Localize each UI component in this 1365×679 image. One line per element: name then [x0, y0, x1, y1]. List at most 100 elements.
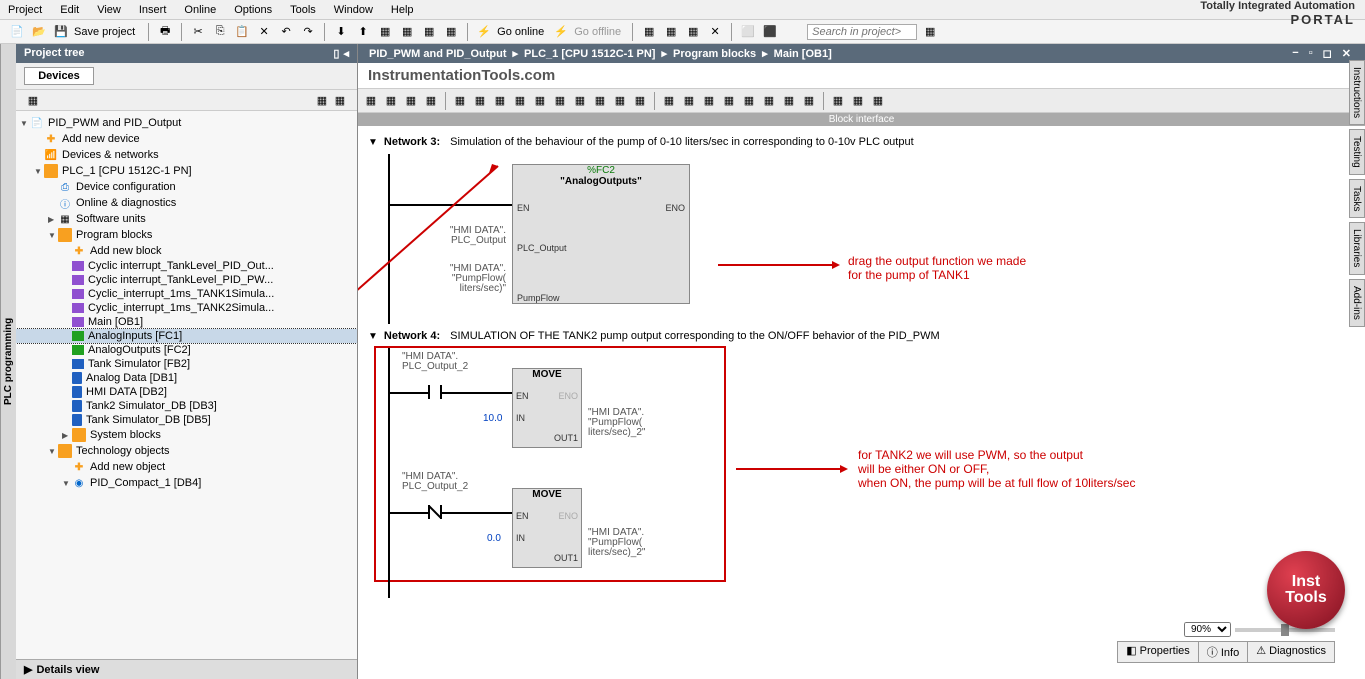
details-view-header[interactable]: ▶Details view [16, 659, 357, 679]
tab-tasks[interactable]: Tasks [1349, 179, 1365, 219]
upload-icon[interactable]: ⬆ [354, 23, 372, 41]
menu-help[interactable]: Help [391, 4, 414, 16]
tree-system-blocks[interactable]: ▶System blocks [16, 427, 357, 443]
et-icon[interactable]: ▦ [740, 92, 758, 110]
menu-insert[interactable]: Insert [139, 4, 167, 16]
network-4-header[interactable]: ▼Network 4:SIMULATION OF THE TANK2 pump … [368, 330, 1355, 342]
tree-pid-compact[interactable]: ▼◉PID_Compact_1 [DB4] [16, 475, 357, 491]
close-icon[interactable]: ✕ [1342, 47, 1351, 60]
search-go-icon[interactable]: ▦ [921, 23, 939, 41]
crumb-item[interactable]: PID_PWM and PID_Output [369, 48, 507, 60]
et-icon[interactable]: ▦ [491, 92, 509, 110]
pin-icon[interactable]: ◂ [343, 47, 349, 60]
tree-grid-icon[interactable]: ▦ [313, 91, 331, 109]
tab-info[interactable]: ⓘ Info [1198, 641, 1248, 663]
tree-online-diag[interactable]: ⓘOnline & diagnostics [16, 195, 357, 211]
tree-device-config[interactable]: ⎙Device configuration [16, 179, 357, 195]
menu-tools[interactable]: Tools [290, 4, 316, 16]
crumb-item[interactable]: Program blocks [673, 48, 756, 60]
tree-ob-cyc3[interactable]: Cyclic_interrupt_1ms_TANK1Simula... [16, 287, 357, 301]
tree-add-object[interactable]: ✚Add new object [16, 459, 357, 475]
et-icon[interactable]: ▦ [422, 92, 440, 110]
menu-online[interactable]: Online [184, 4, 216, 16]
tool-icon[interactable]: ▦ [376, 23, 394, 41]
et-icon[interactable]: ▦ [471, 92, 489, 110]
block-interface-bar[interactable]: Block interface [358, 113, 1365, 126]
tab-diagnostics[interactable]: ⚠ Diagnostics [1247, 641, 1335, 663]
go-online-label[interactable]: Go online [497, 26, 544, 38]
et-icon[interactable]: ▦ [660, 92, 678, 110]
menu-edit[interactable]: Edit [60, 4, 79, 16]
et-icon[interactable]: ▦ [402, 92, 420, 110]
tree-sw-units[interactable]: ▶▦Software units [16, 211, 357, 227]
et-icon[interactable]: ▦ [571, 92, 589, 110]
tab-addins[interactable]: Add-ins [1349, 279, 1365, 327]
tree-main-ob1[interactable]: Main [OB1] [16, 315, 357, 329]
tree-root[interactable]: ▼📄PID_PWM and PID_Output [16, 115, 357, 131]
menu-window[interactable]: Window [334, 4, 373, 16]
et-icon[interactable]: ▦ [362, 92, 380, 110]
tb-icon[interactable]: ▦ [640, 23, 658, 41]
tree-db3[interactable]: Tank2 Simulator_DB [DB3] [16, 399, 357, 413]
et-icon[interactable]: ▦ [760, 92, 778, 110]
tree-grid2-icon[interactable]: ▦ [331, 91, 349, 109]
collapse-icon[interactable]: ▯ [333, 47, 339, 60]
search-input[interactable] [807, 24, 917, 40]
zoom-select[interactable]: 90% [1184, 622, 1231, 637]
tab-properties[interactable]: ◧ Properties [1117, 641, 1199, 663]
move-block-2[interactable]: MOVE EN ENO IN OUT1 0.0 [512, 488, 582, 568]
crumb-item[interactable]: PLC_1 [CPU 1512C-1 PN] [524, 48, 655, 60]
et-icon[interactable]: ▦ [551, 92, 569, 110]
tree-fb2[interactable]: Tank Simulator [FB2] [16, 357, 357, 371]
tree-tech-objects[interactable]: ▼Technology objects [16, 443, 357, 459]
go-offline-icon[interactable]: ⚡ [552, 23, 570, 41]
undo-icon[interactable]: ↶ [277, 23, 295, 41]
tree-fc1[interactable]: AnalogInputs [FC1] [16, 329, 357, 343]
restore-icon[interactable]: ▫ [1309, 47, 1313, 60]
side-tab-plc-programming[interactable]: PLC programming [0, 44, 16, 679]
tree-ob-cyc1[interactable]: Cyclic interrupt_TankLevel_PID_Out... [16, 259, 357, 273]
tree-ob-cyc2[interactable]: Cyclic interrupt_TankLevel_PID_PW... [16, 273, 357, 287]
close-tb-icon[interactable]: ✕ [706, 23, 724, 41]
tree-db2[interactable]: HMI DATA [DB2] [16, 385, 357, 399]
et-icon[interactable]: ▦ [611, 92, 629, 110]
et-icon[interactable]: ▦ [700, 92, 718, 110]
paste-icon[interactable]: 📋 [233, 23, 251, 41]
network-3-header[interactable]: ▼Network 3:Simulation of the behaviour o… [368, 136, 1355, 148]
crumb-item[interactable]: Main [OB1] [774, 48, 832, 60]
menu-project[interactable]: Project [8, 4, 42, 16]
tb-icon[interactable]: ▦ [684, 23, 702, 41]
tool4-icon[interactable]: ▦ [442, 23, 460, 41]
move-block-1[interactable]: MOVE EN ENO IN OUT1 10.0 [512, 368, 582, 448]
fc2-block[interactable]: %FC2 "AnalogOutputs" EN ENO PLC_Output P… [512, 164, 690, 304]
open-project-icon[interactable]: 📂 [30, 23, 48, 41]
et-icon[interactable]: ▦ [531, 92, 549, 110]
tree-devices-networks[interactable]: 📶Devices & networks [16, 147, 357, 163]
menu-options[interactable]: Options [234, 4, 272, 16]
tool2-icon[interactable]: ▦ [398, 23, 416, 41]
tab-testing[interactable]: Testing [1349, 129, 1365, 175]
delete-icon[interactable]: ✕ [255, 23, 273, 41]
save-icon[interactable]: 💾 [52, 23, 70, 41]
split-icon[interactable]: ⬜ [739, 23, 757, 41]
no-contact[interactable] [428, 385, 442, 399]
tree-add-device[interactable]: ✚Add new device [16, 131, 357, 147]
print-icon[interactable]: 🖶 [156, 23, 174, 41]
et-icon[interactable]: ▦ [451, 92, 469, 110]
et-icon[interactable]: ▦ [591, 92, 609, 110]
et-icon[interactable]: ▦ [382, 92, 400, 110]
et-icon[interactable]: ▦ [780, 92, 798, 110]
go-online-icon[interactable]: ⚡ [475, 23, 493, 41]
tree-db5[interactable]: Tank Simulator_DB [DB5] [16, 413, 357, 427]
maximize-icon[interactable]: ◻ [1323, 47, 1332, 60]
tab-instructions[interactable]: Instructions [1349, 60, 1365, 125]
copy-icon[interactable]: ⎘ [211, 23, 229, 41]
et-icon[interactable]: ▦ [800, 92, 818, 110]
et-icon[interactable]: ▦ [869, 92, 887, 110]
tb-icon[interactable]: ▦ [662, 23, 680, 41]
et-icon[interactable]: ▦ [680, 92, 698, 110]
tree-db1[interactable]: Analog Data [DB1] [16, 371, 357, 385]
tool3-icon[interactable]: ▦ [420, 23, 438, 41]
cut-icon[interactable]: ✂ [189, 23, 207, 41]
tree-fc2[interactable]: AnalogOutputs [FC2] [16, 343, 357, 357]
